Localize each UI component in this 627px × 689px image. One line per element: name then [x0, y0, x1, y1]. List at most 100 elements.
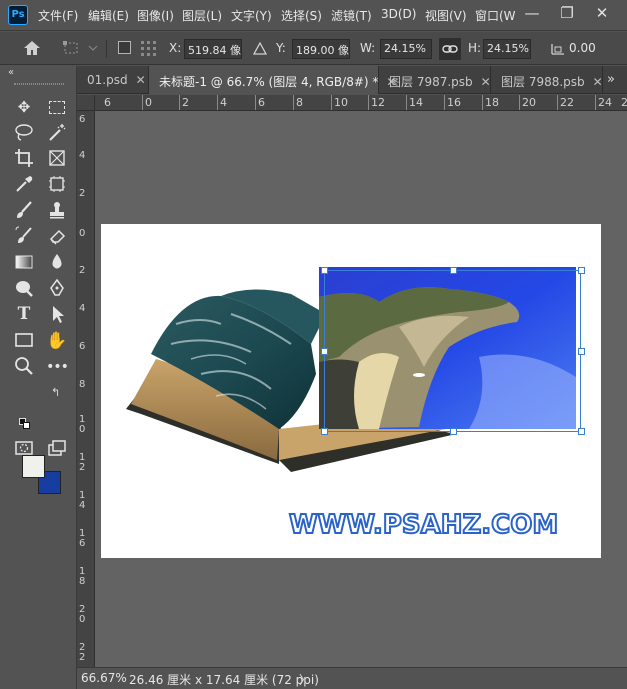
ruler-tick: 1 2 — [79, 452, 86, 473]
rectangle-tool-icon[interactable] — [13, 330, 35, 352]
swap-colors-icon[interactable]: ↰ — [51, 386, 60, 399]
default-colors-icon[interactable] — [19, 418, 30, 429]
width-field[interactable]: 24.15% — [380, 39, 432, 59]
close-icon[interactable]: ✕ — [136, 73, 146, 87]
transform-handle[interactable] — [321, 428, 328, 435]
ruler-tick: 20 — [519, 95, 536, 110]
crop-tool-icon[interactable] — [13, 148, 35, 170]
ruler-tick: 24 — [595, 95, 612, 110]
canvas-workspace[interactable]: WWW.PSAHZ.COM — [95, 111, 627, 667]
menu-view[interactable]: 视图(V) — [425, 7, 467, 24]
transform-handle[interactable] — [450, 428, 457, 435]
menu-select[interactable]: 选择(S) — [281, 7, 322, 24]
angle-field[interactable]: 0.00 — [566, 39, 622, 59]
foreground-color-swatch[interactable] — [22, 455, 45, 478]
zoom-level[interactable]: 66.67% — [81, 671, 127, 685]
ruler-tick: 2 2 — [79, 642, 86, 663]
close-window-button[interactable]: ✕ — [591, 2, 613, 24]
ruler-tick: 2 0 — [79, 604, 86, 625]
reference-point-checkbox[interactable] — [118, 41, 131, 54]
document-tabs: 01.psd ✕ 未标题-1 @ 66.7% (图层 4, RGB/8#) * ✕ … — [77, 66, 627, 94]
h-label: H: — [468, 41, 482, 55]
close-icon[interactable]: ✕ — [481, 75, 491, 89]
stamp-tool-icon[interactable] — [46, 200, 68, 222]
tab-label: 图层 7987.psb — [389, 75, 473, 89]
more-tools-icon[interactable]: ••• — [46, 356, 69, 378]
menu-layer[interactable]: 图层(L) — [182, 7, 222, 24]
ruler-tick: 14 — [406, 95, 423, 110]
menu-3d[interactable]: 3D(D) — [381, 7, 416, 21]
restore-button[interactable]: ❐ — [556, 2, 578, 24]
menu-edit[interactable]: 编辑(E) — [88, 7, 129, 24]
document-canvas[interactable]: WWW.PSAHZ.COM — [101, 224, 601, 558]
transform-handle[interactable] — [578, 267, 585, 274]
tab-label: 图层 7988.psb — [501, 75, 585, 89]
reference-grid-icon — [141, 41, 156, 56]
brush-tool-icon[interactable] — [13, 200, 35, 222]
ruler-tick: 2 — [79, 188, 86, 199]
screen-mode-icon[interactable] — [46, 438, 68, 460]
object-select-icon[interactable] — [46, 174, 68, 196]
magic-wand-icon[interactable] — [46, 122, 68, 144]
marquee-tool-icon[interactable] — [46, 96, 68, 118]
ruler-tick: 1 0 — [79, 414, 86, 435]
ruler-tick: 26 — [619, 95, 627, 110]
transform-bounding-box[interactable] — [321, 267, 585, 435]
blur-tool-icon[interactable] — [46, 252, 68, 274]
height-field[interactable]: 24.15% — [483, 39, 531, 59]
tab-layer-7987[interactable]: 图层 7987.psb ✕ — [379, 66, 491, 94]
options-divider — [106, 40, 107, 58]
tab-label: 未标题-1 @ 66.7% (图层 4, RGB/8#) * — [159, 75, 379, 89]
ruler-tick: 8 — [293, 95, 303, 110]
transform-handle[interactable] — [450, 267, 457, 274]
minimize-button[interactable]: — — [521, 2, 543, 24]
gradient-tool-icon[interactable] — [13, 252, 35, 274]
reference-point-icon[interactable] — [62, 41, 98, 55]
frame-tool-icon[interactable] — [46, 148, 68, 170]
link-icon[interactable] — [439, 38, 461, 60]
menu-filter[interactable]: 滤镜(T) — [331, 7, 372, 24]
dodge-tool-icon[interactable] — [13, 278, 35, 300]
eyedropper-icon[interactable] — [13, 174, 35, 196]
type-tool-icon[interactable]: T — [13, 304, 35, 326]
w-label: W: — [360, 41, 376, 55]
x-position-field[interactable]: 519.84 像素 — [184, 39, 242, 59]
ruler-origin[interactable] — [77, 95, 95, 111]
eraser-tool-icon[interactable] — [46, 226, 68, 248]
ruler-tick: 22 — [557, 95, 574, 110]
transform-handle[interactable] — [321, 267, 328, 274]
menu-image[interactable]: 图像(I) — [137, 7, 174, 24]
panel-grip[interactable] — [14, 83, 64, 85]
zoom-tool-icon[interactable] — [13, 356, 35, 378]
menu-file[interactable]: 文件(F) — [38, 7, 78, 24]
delta-icon[interactable] — [253, 42, 267, 55]
lasso-tool-icon[interactable] — [13, 122, 35, 144]
transform-handle[interactable] — [578, 348, 585, 355]
menu-window[interactable]: 窗口(W — [475, 7, 516, 24]
tab-untitled-1[interactable]: 未标题-1 @ 66.7% (图层 4, RGB/8#) * ✕ — [149, 66, 396, 94]
vertical-ruler[interactable]: 6 4 2 0 2 4 6 8 1 0 1 2 1 4 1 6 1 8 2 0 … — [77, 111, 95, 667]
transform-handle[interactable] — [578, 428, 585, 435]
hand-tool-icon[interactable]: ✋ — [46, 330, 68, 352]
close-icon[interactable]: ✕ — [593, 75, 603, 89]
tab-layer-7988[interactable]: 图层 7988.psb ✕ — [491, 66, 603, 94]
tab-01-psd[interactable]: 01.psd ✕ — [77, 66, 149, 94]
panel-collapse-icon[interactable]: « — [8, 67, 14, 78]
y-position-field[interactable]: 189.00 像素 — [292, 39, 350, 59]
tabs-overflow-icon[interactable]: » — [607, 72, 615, 87]
transform-handle[interactable] — [321, 348, 328, 355]
pen-tool-icon[interactable] — [46, 278, 68, 300]
ruler-tick: 2 — [179, 95, 189, 110]
ruler-tick: 1 4 — [79, 490, 86, 511]
ruler-tick: 1 8 — [79, 566, 86, 587]
move-tool-icon[interactable]: ✥ — [13, 96, 35, 118]
path-select-icon[interactable] — [46, 304, 68, 326]
ruler-tick: 6 — [255, 95, 265, 110]
x-label: X: — [169, 41, 182, 55]
status-menu-arrow[interactable]: 〉 — [299, 671, 311, 688]
menu-type[interactable]: 文字(Y) — [231, 7, 272, 24]
horizontal-ruler[interactable]: 6 0 2 4 6 8 10 12 14 16 18 20 22 24 26 — [95, 95, 627, 111]
ruler-tick: 10 — [331, 95, 348, 110]
home-icon[interactable] — [22, 39, 42, 57]
history-brush-icon[interactable] — [13, 226, 35, 248]
